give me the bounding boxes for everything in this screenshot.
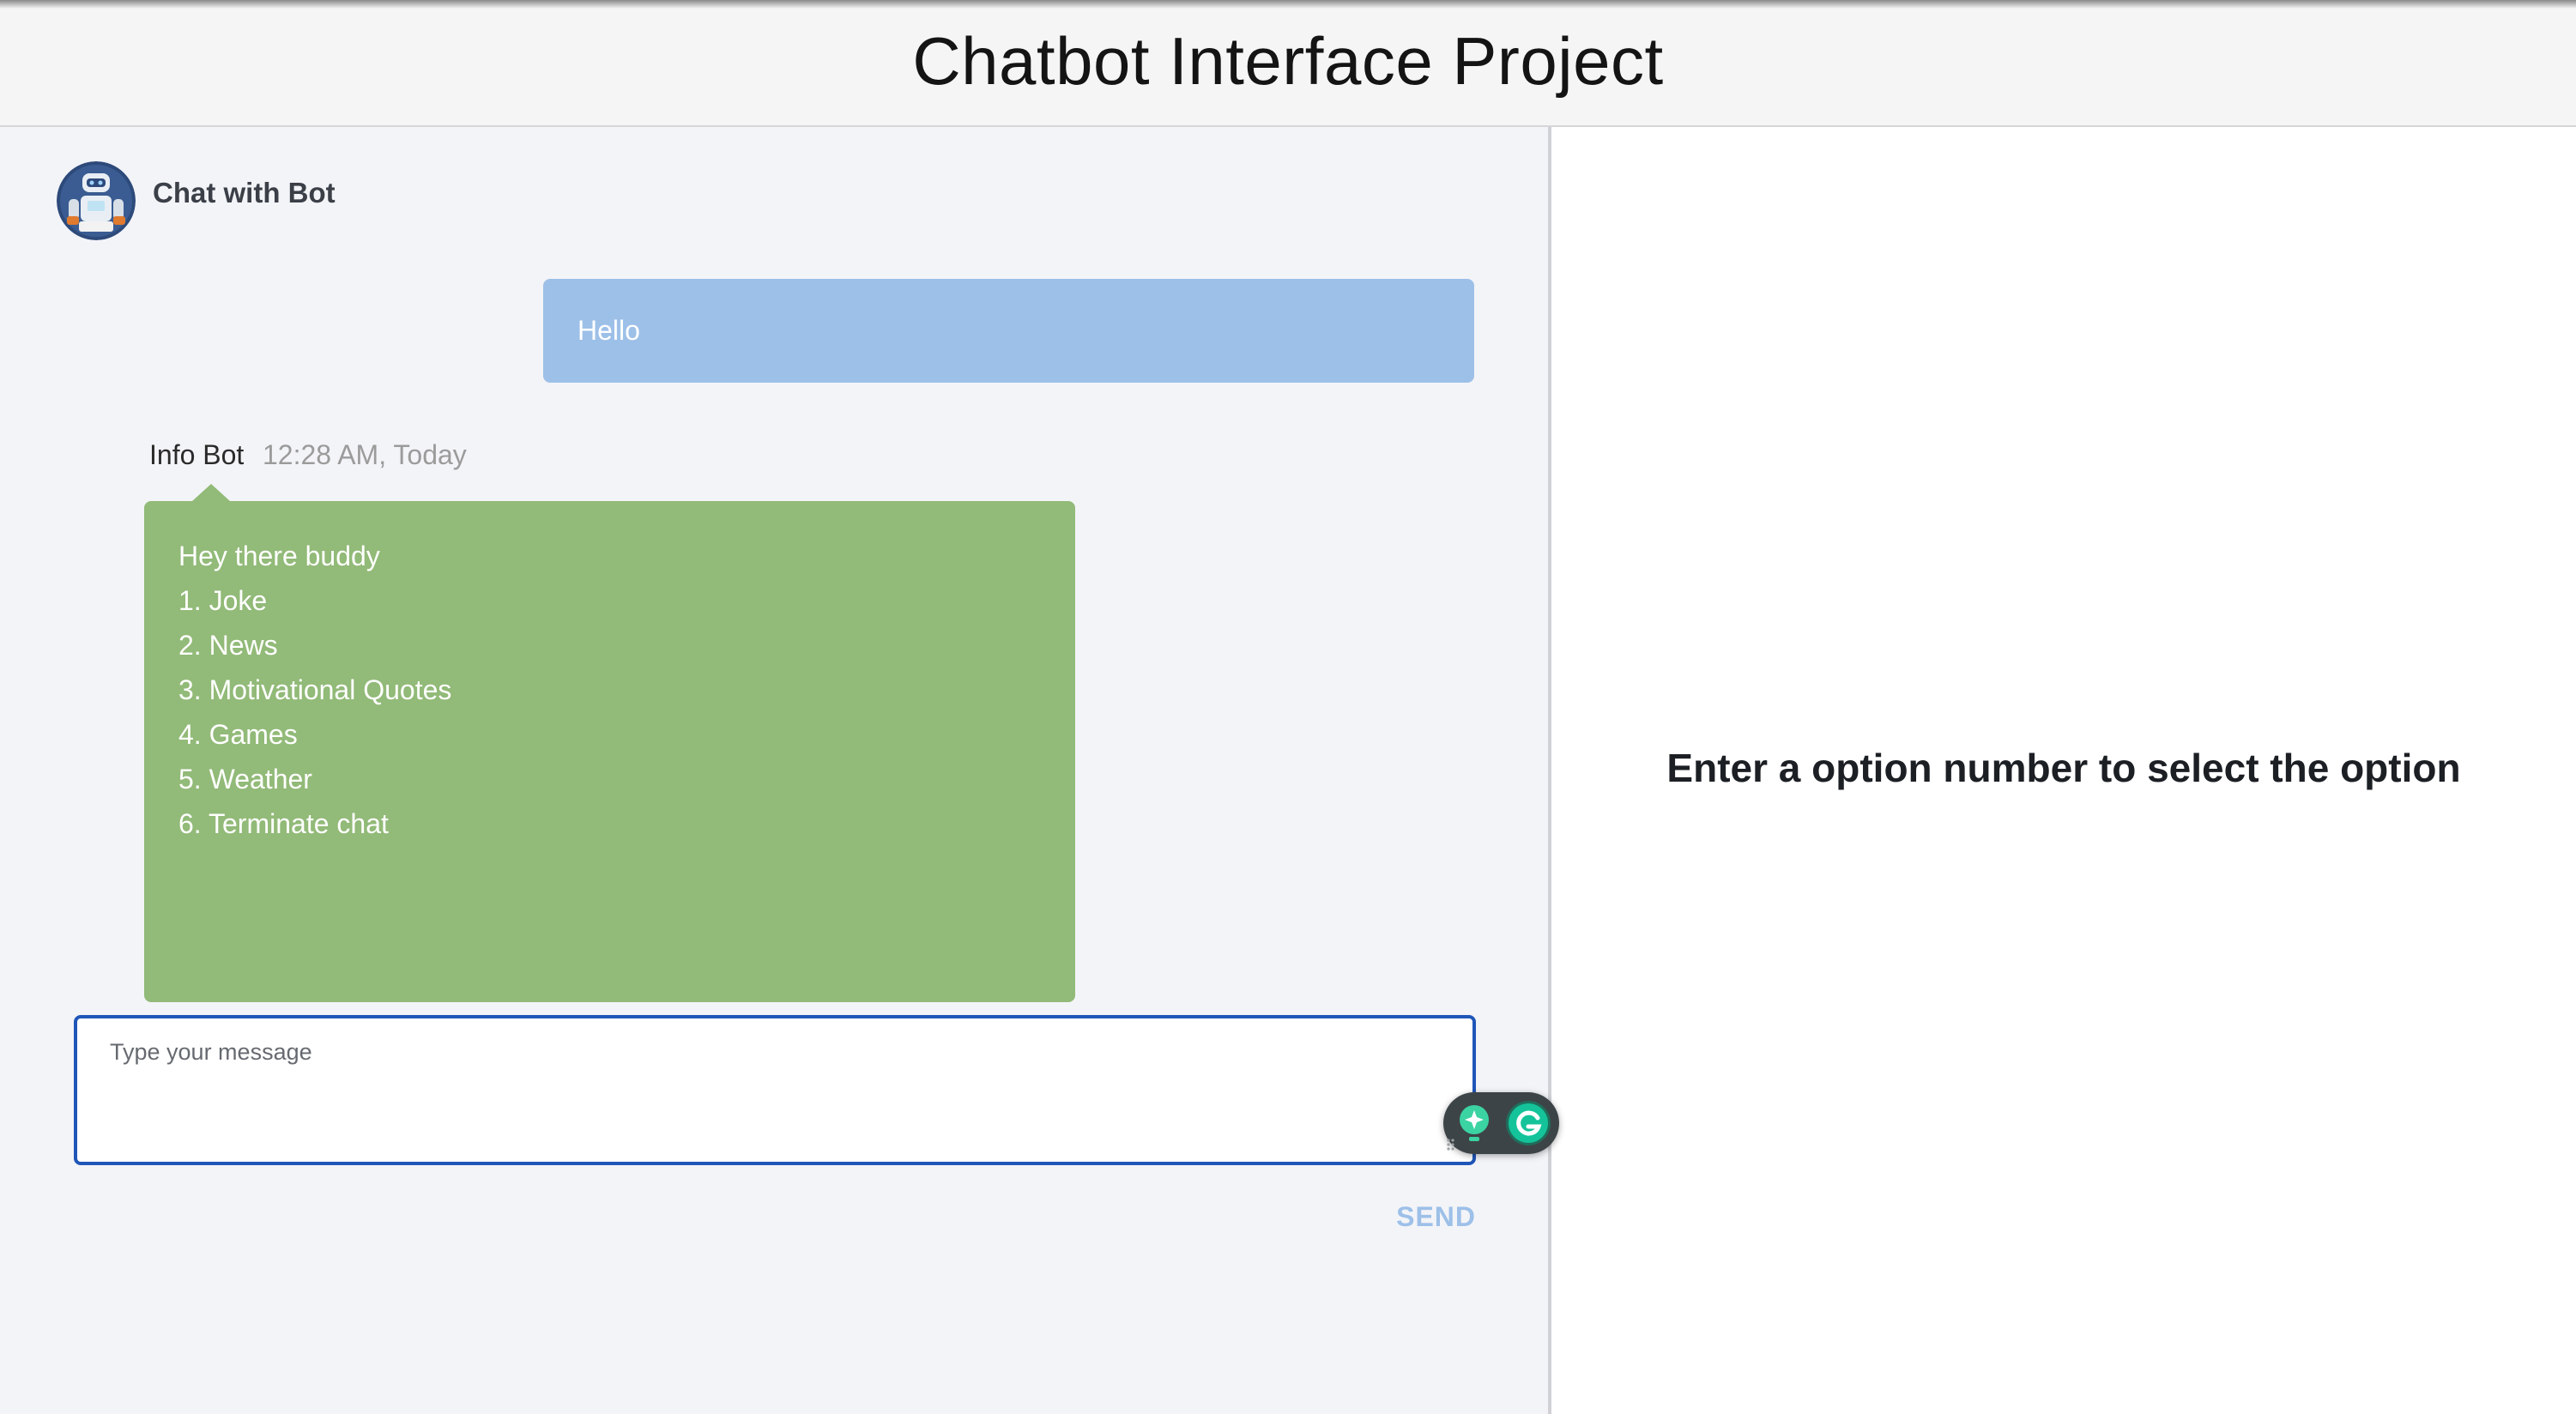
message-input-box: [74, 1015, 1476, 1165]
bot-message-line: 1. Joke: [178, 585, 268, 616]
bot-message-line: 5. Weather: [178, 764, 312, 795]
user-message-text: Hello: [577, 315, 640, 346]
chat-title: Chat with Bot: [153, 177, 336, 208]
message-input[interactable]: [110, 1039, 1397, 1142]
page-header: Chatbot Interface Project: [0, 0, 2576, 127]
bot-message-line: 6. Terminate chat: [178, 808, 389, 839]
bot-message-line: Hey there buddy: [178, 541, 380, 571]
send-button[interactable]: SEND: [1373, 1195, 1476, 1238]
info-pane: Enter a option number to select the opti…: [1551, 127, 2576, 1414]
grammarly-drag-handle-icon[interactable]: [1447, 1139, 1454, 1151]
grammarly-widget[interactable]: [1443, 1092, 1559, 1154]
bot-message-bubble: Hey there buddy 1. Joke 2. News 3. Motiv…: [144, 484, 1075, 1002]
info-message: Enter a option number to select the opti…: [1666, 746, 2461, 790]
page-title: Chatbot Interface Project: [912, 23, 1664, 99]
robot-avatar-icon: [57, 161, 136, 240]
bot-message-line: 3. Motivational Quotes: [178, 674, 452, 705]
bot-message-line: 4. Games: [178, 719, 298, 750]
bot-message-timestamp: 12:28 AM, Today: [263, 439, 467, 470]
user-message-bubble: Hello: [543, 279, 1474, 383]
grammarly-assist-icon[interactable]: [1460, 1105, 1489, 1141]
bot-message-line: 2. News: [178, 630, 278, 661]
bot-sender-name: Info Bot: [149, 439, 245, 470]
grammarly-g-icon[interactable]: [1506, 1101, 1551, 1145]
header-top-shadow: [0, 0, 2576, 9]
chat-pane: Chat with Bot Hello Info Bot 12:28 AM, T…: [0, 127, 1551, 1414]
